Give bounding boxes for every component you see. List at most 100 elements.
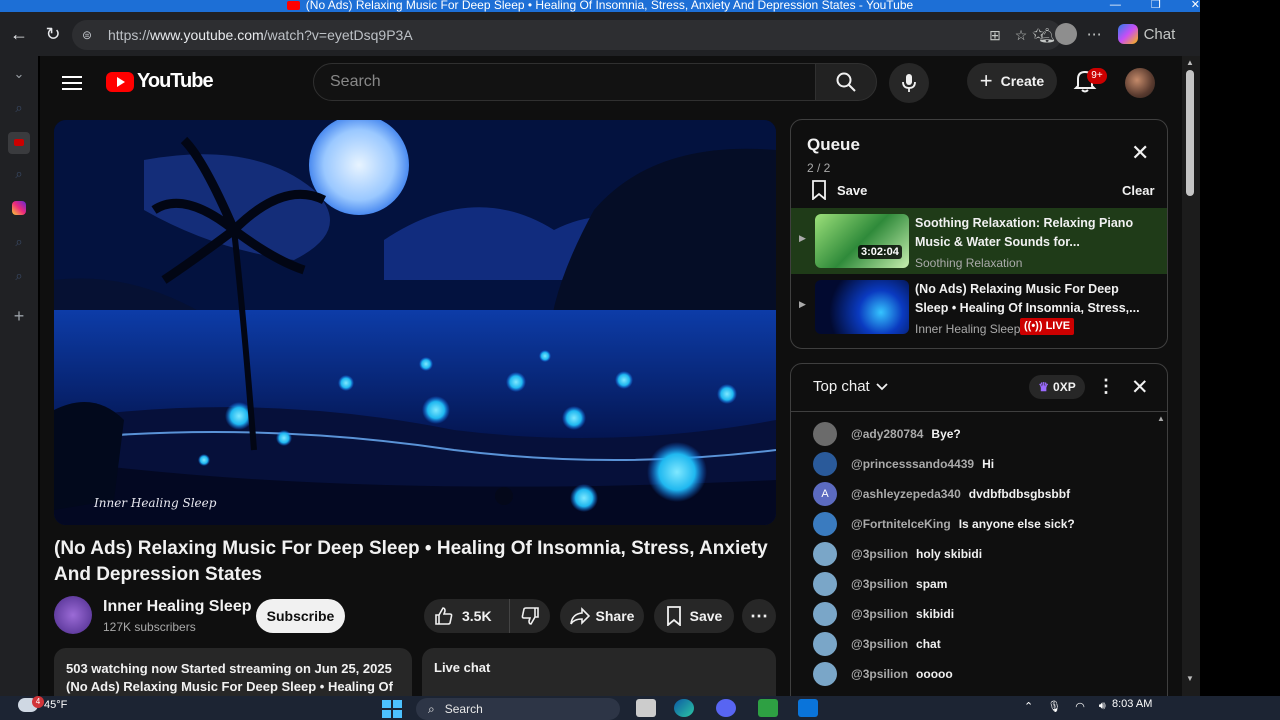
chat-author-avatar[interactable] xyxy=(813,512,837,536)
thumbs-down-icon xyxy=(521,607,539,625)
scrollbar-thumb[interactable] xyxy=(1186,70,1194,196)
chat-menu-icon[interactable]: ⋮ xyxy=(1097,376,1115,397)
desktop-background xyxy=(1200,0,1280,696)
more-menu-icon[interactable]: ⋯ xyxy=(1087,25,1102,43)
xp-badge[interactable]: ♛ 0XP xyxy=(1029,375,1085,399)
chat-message[interactable]: @3psilion holy skibidi xyxy=(813,542,982,566)
chat-author[interactable]: @FortniteIceKing xyxy=(851,517,951,531)
chat-author[interactable]: @3psilion xyxy=(851,607,908,621)
chat-author-avatar[interactable] xyxy=(813,602,837,626)
voice-search-button[interactable] xyxy=(889,63,929,103)
chat-text: Hi xyxy=(982,457,995,471)
dislike-button[interactable] xyxy=(510,606,550,626)
chat-author-avatar[interactable] xyxy=(813,572,837,596)
queue-item[interactable]: ▶ 3:02:04 Soothing Relaxation: Relaxing … xyxy=(791,208,1167,274)
share-button[interactable]: Share xyxy=(560,599,644,633)
hamburger-menu-icon[interactable] xyxy=(62,72,82,92)
chevron-down-icon[interactable]: ⌄ xyxy=(10,66,28,84)
app-icon[interactable] xyxy=(758,699,778,717)
subscribe-button[interactable]: Subscribe xyxy=(256,599,345,633)
search-icon[interactable]: ⌕ xyxy=(10,268,28,286)
scroll-up-icon[interactable]: ▲ xyxy=(1186,58,1194,67)
address-bar[interactable]: ⊜ https://www.youtube.com/watch?v=eyetDs… xyxy=(72,20,1062,50)
add-icon[interactable]: + xyxy=(10,306,28,326)
store-icon[interactable] xyxy=(798,699,818,717)
chat-author[interactable]: @3psilion xyxy=(851,637,908,651)
queue-item-title: (No Ads) Relaxing Music For Deep Sleep •… xyxy=(915,282,1140,315)
instagram-icon[interactable] xyxy=(12,201,26,215)
description-box[interactable]: 503 watching now Started streaming on Ju… xyxy=(54,648,412,696)
discord-icon[interactable] xyxy=(716,699,736,717)
channel-name[interactable]: Inner Healing Sleep xyxy=(103,598,251,616)
copilot-chat-button[interactable]: Chat xyxy=(1112,24,1182,44)
chat-message[interactable]: @ady280784 Bye? xyxy=(813,422,961,446)
chat-author-avatar[interactable] xyxy=(813,542,837,566)
search-icon[interactable]: ⌕ xyxy=(10,234,28,252)
chat-author-avatar[interactable]: A xyxy=(813,482,837,506)
chat-message[interactable]: A @ashleyzepeda340 dvdbfbdbsgbsbbf xyxy=(813,482,1070,506)
chat-author[interactable]: @ashleyzepeda340 xyxy=(851,487,961,501)
taskbar: 4 45°F ⌕ Search ⌃ 🎙︎ ◠ 🔊︎ 8:03 AM xyxy=(0,696,1280,720)
chat-author-avatar[interactable] xyxy=(813,422,837,446)
chat-message[interactable]: @3psilion ooooo xyxy=(813,662,953,686)
apps-icon[interactable]: ⊞ xyxy=(986,24,1004,46)
chat-mode-dropdown[interactable]: Top chat xyxy=(813,378,888,395)
back-arrow-icon[interactable]: ← xyxy=(2,17,36,51)
video-player[interactable]: Inner Healing Sleep xyxy=(54,120,776,525)
task-view-icon[interactable] xyxy=(636,699,656,717)
scroll-down-icon[interactable]: ▼ xyxy=(1186,674,1194,683)
search-icon[interactable]: ⌕ xyxy=(10,166,28,184)
chat-author[interactable]: @ady280784 xyxy=(851,427,923,441)
page-scrollbar[interactable]: ▲ ▼ xyxy=(1182,56,1200,696)
chevron-up-icon[interactable]: ⌃ xyxy=(1024,700,1033,713)
chat-author-avatar[interactable] xyxy=(813,452,837,476)
chat-message[interactable]: @3psilion spam xyxy=(813,572,947,596)
chat-author[interactable]: @3psilion xyxy=(851,547,908,561)
user-avatar[interactable] xyxy=(1125,68,1155,98)
queue-clear-button[interactable]: Clear xyxy=(1122,183,1155,198)
youtube-logo[interactable]: YouTube xyxy=(106,70,214,93)
chat-author[interactable]: @princesssando4439 xyxy=(851,457,974,471)
windows-start-icon[interactable] xyxy=(382,700,402,718)
edge-browser-icon[interactable] xyxy=(674,699,694,717)
chat-message[interactable]: @3psilion skibidi xyxy=(813,602,954,626)
like-button[interactable]: 3.5K xyxy=(424,599,510,633)
queue-save-button[interactable]: Save xyxy=(811,180,867,200)
chat-scroll-up-icon[interactable]: ▲ xyxy=(1157,414,1165,423)
more-actions-button[interactable]: ⋯ xyxy=(742,599,776,633)
youtube-tab-icon[interactable] xyxy=(8,132,30,154)
chat-author[interactable]: @3psilion xyxy=(851,667,908,681)
chat-author[interactable]: @3psilion xyxy=(851,577,908,591)
chat-message[interactable]: @FortniteIceKing Is anyone else sick? xyxy=(813,512,1075,536)
taskbar-clock[interactable]: 8:03 AM xyxy=(1112,698,1152,710)
close-icon[interactable]: ✕ xyxy=(1131,140,1149,166)
minimize-icon[interactable]: — xyxy=(1110,0,1121,12)
save-button[interactable]: Save xyxy=(654,599,734,633)
favorite-star-icon[interactable]: ☆ xyxy=(1012,24,1030,46)
chat-mode-label: Top chat xyxy=(813,378,870,395)
favorites-icon[interactable]: ✩ xyxy=(1032,25,1045,43)
chat-author-avatar[interactable] xyxy=(813,662,837,686)
chat-author-avatar[interactable] xyxy=(813,632,837,656)
live-chat-box[interactable]: Live chat xyxy=(422,648,776,696)
plus-icon: + xyxy=(979,68,993,93)
refresh-icon[interactable]: ↻ xyxy=(36,17,70,51)
wifi-icon[interactable]: ◠ xyxy=(1075,700,1085,713)
create-button[interactable]: + Create xyxy=(967,63,1057,99)
volume-icon[interactable]: 🔊︎ xyxy=(1099,700,1106,713)
close-icon[interactable]: ✕ xyxy=(1131,375,1149,400)
restore-icon[interactable]: ❐ xyxy=(1151,0,1161,12)
search-input[interactable]: Search xyxy=(313,63,816,101)
search-icon[interactable]: ⌕ xyxy=(10,100,28,118)
profile-avatar[interactable] xyxy=(1054,23,1077,45)
site-info-icon[interactable]: ⊜ xyxy=(82,28,96,42)
queue-item[interactable]: ▶ (No Ads) Relaxing Music For Deep Sleep… xyxy=(791,274,1167,340)
close-icon[interactable]: ✕ xyxy=(1191,0,1200,12)
taskbar-search[interactable]: ⌕ Search xyxy=(416,698,620,720)
microphone-icon[interactable]: 🎙︎ xyxy=(1047,700,1061,713)
weather-widget[interactable]: 4 45°F xyxy=(18,696,67,712)
chat-message[interactable]: @princesssando4439 Hi xyxy=(813,452,994,476)
search-button[interactable] xyxy=(815,63,877,101)
channel-avatar[interactable] xyxy=(54,596,92,634)
chat-message[interactable]: @3psilion chat xyxy=(813,632,941,656)
